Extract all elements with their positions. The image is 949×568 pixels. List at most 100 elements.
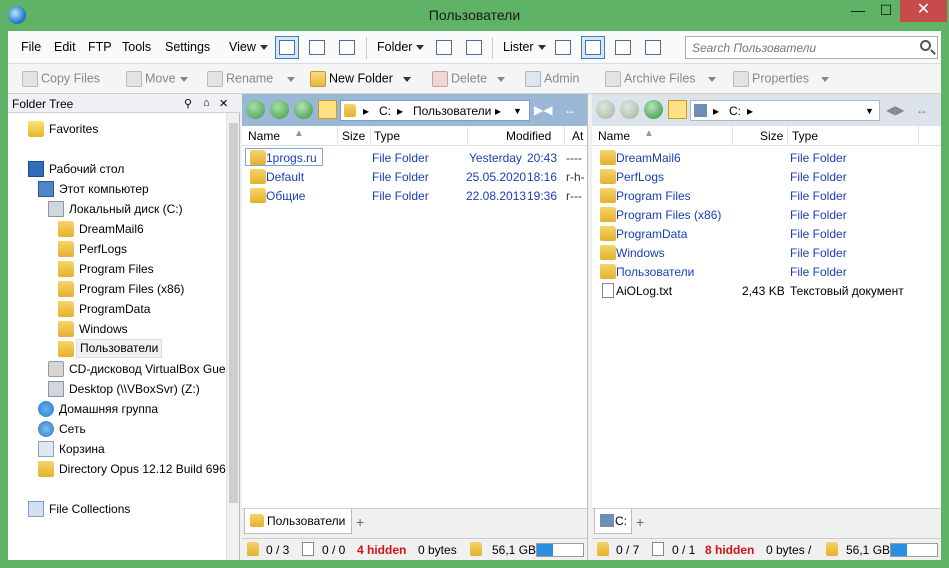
folder-icon [58,301,74,317]
column-size[interactable]: Size [342,129,365,143]
status-files: 0 / 1 [672,543,696,557]
add-tab-icon[interactable]: + [356,514,364,530]
chevron-down-icon[interactable]: ▼ [513,106,522,116]
close-icon[interactable]: ✕ [219,97,228,110]
column-modified[interactable]: Modified [506,129,551,143]
swap-icon[interactable]: ↔ [564,103,576,117]
view-viewer-toggle[interactable] [305,36,329,59]
chevron-down-icon[interactable]: ▼ [865,106,874,116]
folder-tabs-button[interactable] [432,36,456,59]
file-row[interactable]: Program Files (x86) File Folder [592,205,941,224]
file-row[interactable]: PerfLogs File Folder [592,167,941,186]
admin-button[interactable]: Admin [525,71,579,87]
properties-button[interactable]: Properties [733,71,829,87]
column-divider[interactable] [787,126,788,146]
file-name: Windows [616,246,665,260]
file-type: File Folder [790,227,847,241]
column-attributes[interactable]: At [572,129,583,143]
column-divider[interactable] [918,126,919,146]
disk-usage-bar [536,543,584,557]
path-field[interactable]: ▸ C: ▸ Пользователи ▸ ▼ [340,100,530,121]
status-hidden[interactable]: 4 hidden [357,543,406,557]
new-folder-button[interactable]: New Folder [310,71,411,87]
folder-dual-button[interactable] [462,36,486,59]
back-arrow-icon[interactable] [596,100,615,119]
forward-arrow-icon[interactable] [270,100,289,119]
lister-single-button[interactable] [551,36,575,59]
view-folder-tree-toggle[interactable] [275,36,299,59]
view-metadata-toggle[interactable] [335,36,359,59]
rename-icon [207,71,223,87]
back-arrow-icon[interactable] [246,100,265,119]
menu-folder[interactable]: Folder [377,40,425,54]
column-divider[interactable] [337,126,338,146]
status-bar: 0 / 3 0 / 0 4 hidden 0 bytes 56,1 GB [242,538,587,560]
folder-tab[interactable]: C: [594,509,632,534]
column-name[interactable]: Name [598,129,630,143]
column-divider[interactable] [564,126,565,146]
search-field[interactable]: Search Пользователи [685,36,938,59]
file-row[interactable]: ProgramData File Folder [592,224,941,243]
file-row[interactable]: Пользователи File Folder [592,262,941,281]
lister-dual-horiz-button[interactable] [581,36,605,59]
forward-arrow-icon[interactable] [620,100,639,119]
lister-preview-button[interactable] [641,36,665,59]
up-arrow-icon[interactable] [644,100,663,119]
menu-file[interactable]: File [21,40,41,54]
minimize-button[interactable]: — [843,0,873,22]
path-segment-drive[interactable]: C: [379,104,391,118]
delete-button[interactable]: Delete [432,71,506,87]
column-type[interactable]: Type [374,129,400,143]
column-size[interactable]: Size [760,129,783,143]
menu-edit[interactable]: Edit [54,40,76,54]
sort-up-icon: ▲ [294,128,304,139]
path-segment-folder[interactable]: Пользователи [413,104,491,118]
add-tab-icon[interactable]: + [636,514,644,530]
folder-tab[interactable]: Пользователи [244,509,352,534]
file-row[interactable]: 1progs.ru File Folder Yesterday 20:43 --… [242,148,587,167]
sync-icon[interactable]: ▶◀ [534,103,552,117]
up-arrow-icon[interactable] [294,100,313,119]
column-divider[interactable] [732,126,733,146]
tree-scrollbar[interactable] [226,113,239,560]
properties-icon [733,71,749,87]
file-row[interactable]: DreamMail6 File Folder [592,148,941,167]
swap-icon[interactable]: ↔ [916,103,928,117]
column-divider[interactable] [370,126,371,146]
column-name[interactable]: Name [248,129,280,143]
menu-ftp[interactable]: FTP [88,40,112,54]
sync-icon[interactable]: ◀▶ [886,103,904,117]
scrollbar-thumb[interactable] [229,123,238,503]
column-divider[interactable] [467,126,468,146]
title-bar[interactable]: Пользователи — ☐ ✕ [0,0,949,31]
status-hidden[interactable]: 8 hidden [705,543,754,557]
archive-files-button[interactable]: Archive Files [605,71,716,87]
lister-dual-vert-button[interactable] [611,36,635,59]
favorites-star-icon[interactable] [318,100,337,119]
favorites-star-icon[interactable] [668,100,687,119]
menu-tools[interactable]: Tools [122,40,151,54]
column-type[interactable]: Type [792,129,818,143]
search-icon[interactable]: ⚲ [184,97,192,110]
file-date: Yesterday [469,151,522,165]
disk-usage-bar [890,543,938,557]
search-icon[interactable] [920,40,931,51]
menu-lister[interactable]: Lister [503,40,546,54]
file-row[interactable]: Windows File Folder [592,243,941,262]
menu-view[interactable]: View [229,40,268,54]
rename-button[interactable]: Rename [207,71,296,87]
move-button[interactable]: Move [126,71,188,87]
menu-settings[interactable]: Settings [165,40,210,54]
copy-files-button[interactable]: Copy Files [22,71,100,87]
file-row[interactable]: Общие File Folder 22.08.2013 19:36 r--- [242,186,587,205]
lock-icon[interactable]: ⌂ [203,97,210,109]
path-segment-drive[interactable]: C: [729,104,741,118]
file-row[interactable]: AiOLog.txt 2,43 KB Текстовый документ [592,281,941,300]
path-field[interactable]: ▸ C: ▸ ▼ [690,100,880,121]
folder-tab-label: C: [615,514,627,528]
file-row[interactable]: Default File Folder 25.05.2020 18:16 r-h… [242,167,587,186]
file-row[interactable]: Program Files File Folder [592,186,941,205]
close-button[interactable]: ✕ [900,0,947,22]
file-size: 2,43 KB [742,284,785,298]
maximize-button[interactable]: ☐ [871,0,901,22]
